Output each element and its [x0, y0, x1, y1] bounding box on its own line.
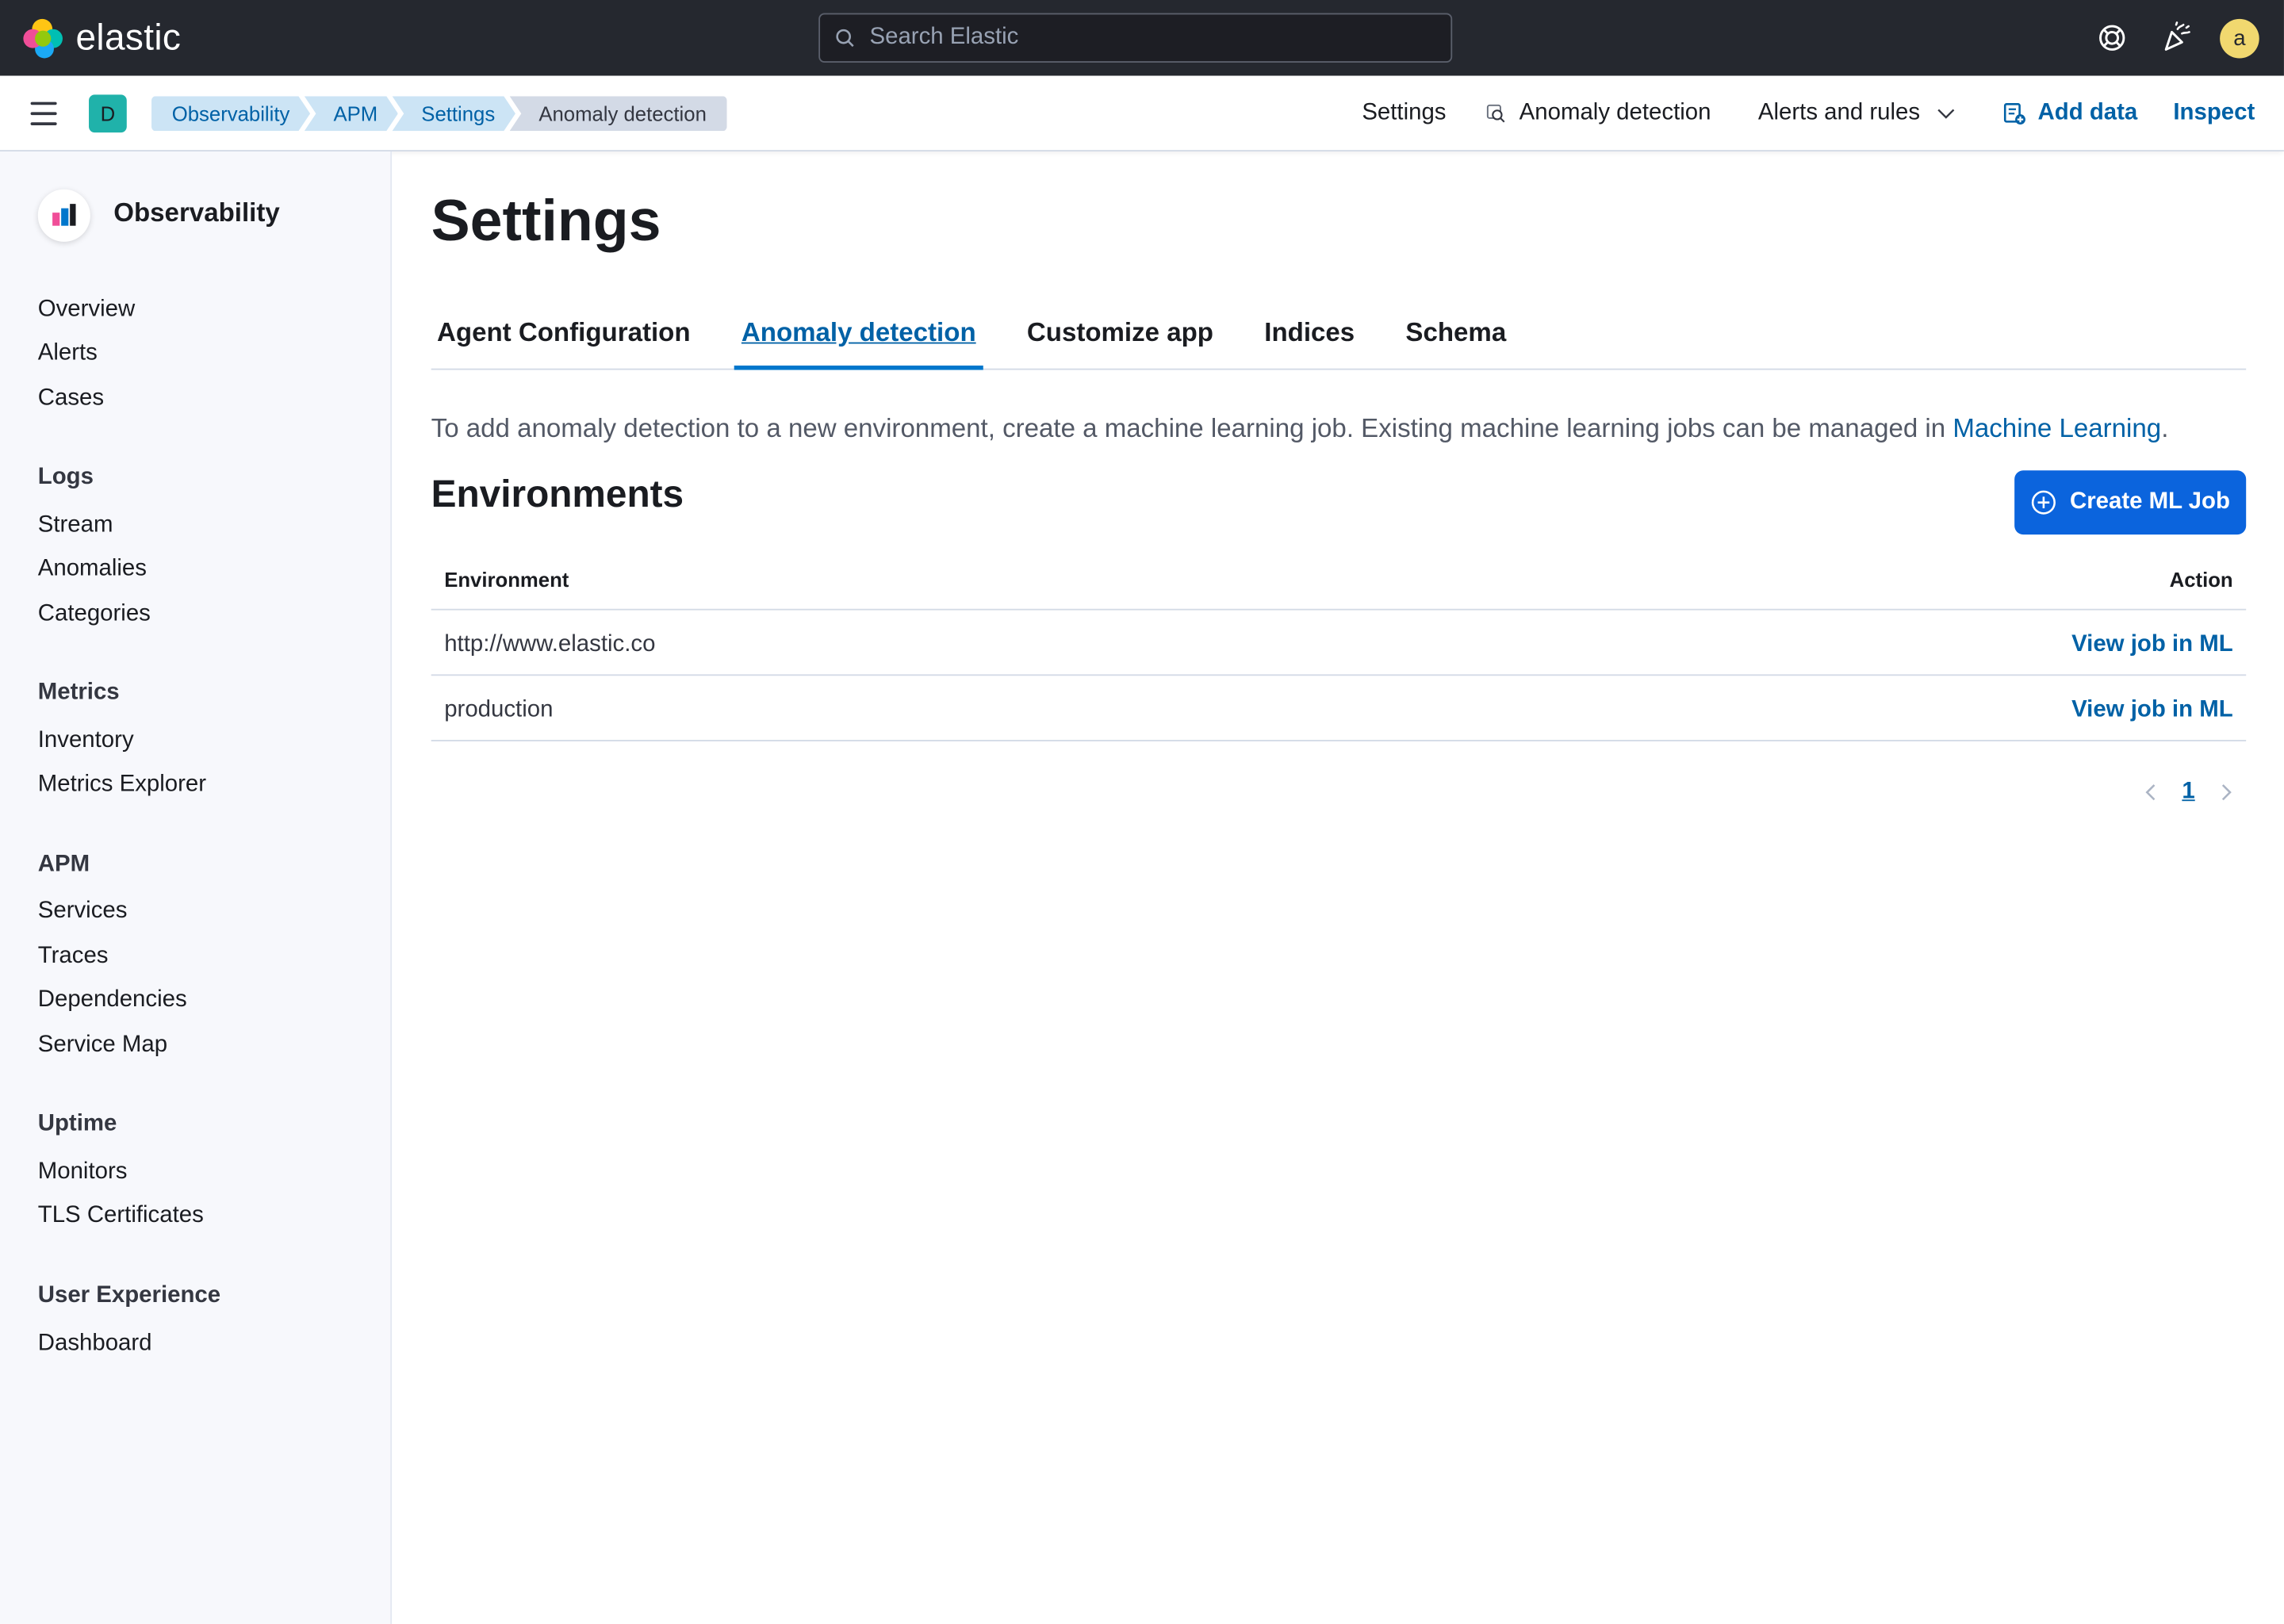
- sidebar-item-anomalies[interactable]: Anomalies: [38, 555, 147, 584]
- sidebar-group-uptime: Uptime: [37, 1111, 117, 1136]
- breadcrumb-observability[interactable]: Observability: [151, 96, 310, 131]
- view-job-in-ml-link[interactable]: View job in ML: [2071, 696, 2233, 726]
- view-job-in-ml-link[interactable]: View job in ML: [2071, 630, 2233, 660]
- sidebar-item-monitors[interactable]: Monitors: [38, 1158, 128, 1187]
- sidebar-item-cases[interactable]: Cases: [38, 385, 104, 414]
- alerts-and-rules-menu[interactable]: Alerts and rules: [1758, 99, 1956, 128]
- menu-toggle-icon[interactable]: [30, 102, 57, 125]
- create-ml-job-button[interactable]: Create ML Job: [2014, 470, 2247, 535]
- sidebar: Observability Overview Alerts Cases Logs…: [0, 151, 393, 1624]
- tab-schema[interactable]: Schema: [1405, 315, 1506, 350]
- sidebar-title: Observability: [113, 197, 280, 228]
- table-divider: [431, 674, 2247, 676]
- sidebar-item-dashboard[interactable]: Dashboard: [38, 1330, 152, 1359]
- sidebar-item-categories[interactable]: Categories: [38, 600, 151, 630]
- column-header-action: Action: [2169, 568, 2233, 592]
- table-divider: [431, 740, 2247, 741]
- elastic-logo-icon: [23, 17, 63, 59]
- active-tab-indicator: [734, 366, 983, 370]
- sidebar-group-metrics: Metrics: [37, 680, 120, 705]
- top-header: elastic a: [0, 0, 2284, 76]
- sidebar-item-inventory[interactable]: Inventory: [38, 727, 134, 756]
- search-input[interactable]: [869, 25, 1424, 52]
- settings-link[interactable]: Settings: [1362, 99, 1446, 128]
- anomaly-detection-link[interactable]: Anomaly detection: [1485, 99, 1711, 128]
- description-text: To add anomaly detection to a new enviro…: [431, 411, 2169, 446]
- sidebar-item-stream[interactable]: Stream: [38, 511, 113, 541]
- help-icon[interactable]: [2094, 21, 2129, 56]
- user-avatar[interactable]: a: [2220, 18, 2259, 59]
- inspect-button[interactable]: Inspect: [2173, 99, 2255, 128]
- elastic-logo[interactable]: elastic: [23, 17, 181, 59]
- tab-customize-app[interactable]: Customize app: [1027, 315, 1213, 350]
- search-icon: [836, 29, 854, 48]
- anomaly-detection-label: Anomaly detection: [1519, 100, 1711, 125]
- sidebar-item-dependencies[interactable]: Dependencies: [38, 986, 187, 1015]
- add-data-button[interactable]: Add data: [2002, 99, 2137, 128]
- sidebar-item-services[interactable]: Services: [38, 897, 128, 926]
- newsfeed-icon[interactable]: [2159, 21, 2194, 56]
- space-avatar[interactable]: D: [89, 94, 127, 133]
- tab-agent-configuration[interactable]: Agent Configuration: [437, 315, 691, 350]
- table-divider: [431, 608, 2247, 611]
- main-content: Settings Agent Configuration Anomaly det…: [393, 151, 2284, 1624]
- environment-cell: production: [444, 697, 554, 723]
- tab-anomaly-detection[interactable]: Anomaly detection: [742, 315, 976, 350]
- sidebar-item-metrics-explorer[interactable]: Metrics Explorer: [38, 771, 206, 800]
- create-ml-job-label: Create ML Job: [2069, 489, 2230, 515]
- tab-indices[interactable]: Indices: [1264, 315, 1355, 350]
- environment-cell: http://www.elastic.co: [444, 632, 656, 657]
- settings-tabs: Agent Configuration Anomaly detection Cu…: [431, 306, 2247, 370]
- sidebar-item-traces[interactable]: Traces: [38, 942, 109, 971]
- sidebar-group-logs: Logs: [37, 464, 94, 490]
- page-title: Settings: [431, 189, 661, 254]
- sub-header: D Observability APM Settings Anomaly det…: [0, 75, 2284, 152]
- pagination-page-1[interactable]: 1: [2182, 779, 2194, 806]
- machine-learning-link[interactable]: Machine Learning: [1953, 414, 2161, 443]
- add-data-icon: [2003, 103, 2025, 125]
- observability-logo-icon: [37, 189, 90, 242]
- description-body: To add anomaly detection to a new enviro…: [431, 413, 1953, 443]
- sidebar-item-service-map[interactable]: Service Map: [38, 1031, 167, 1060]
- chevron-left-icon[interactable]: [2143, 782, 2160, 802]
- environments-title: Environments: [431, 472, 684, 516]
- sidebar-group-apm: APM: [37, 852, 90, 877]
- plus-in-circle-icon: [2031, 490, 2056, 515]
- column-header-environment[interactable]: Environment: [444, 568, 569, 591]
- breadcrumb-apm[interactable]: APM: [305, 96, 398, 131]
- breadcrumb-settings[interactable]: Settings: [393, 96, 515, 131]
- add-data-label: Add data: [2037, 100, 2138, 125]
- anomaly-search-icon: [1486, 104, 1505, 123]
- sidebar-item-overview[interactable]: Overview: [38, 296, 135, 325]
- description-end: .: [2161, 413, 2169, 443]
- search-bar[interactable]: [818, 13, 1453, 63]
- sidebar-item-alerts[interactable]: Alerts: [38, 339, 98, 369]
- chevron-down-icon: [1937, 109, 1955, 119]
- sidebar-item-tls-certificates[interactable]: TLS Certificates: [38, 1201, 204, 1231]
- chevron-right-icon[interactable]: [2217, 782, 2234, 802]
- alerts-and-rules-label: Alerts and rules: [1757, 100, 1921, 125]
- breadcrumb-anomaly-detection: Anomaly detection: [509, 96, 727, 132]
- sidebar-group-user-experience: User Experience: [37, 1283, 221, 1308]
- logo-text: elastic: [75, 17, 182, 59]
- breadcrumb: Observability APM Settings Anomaly detec…: [151, 96, 727, 132]
